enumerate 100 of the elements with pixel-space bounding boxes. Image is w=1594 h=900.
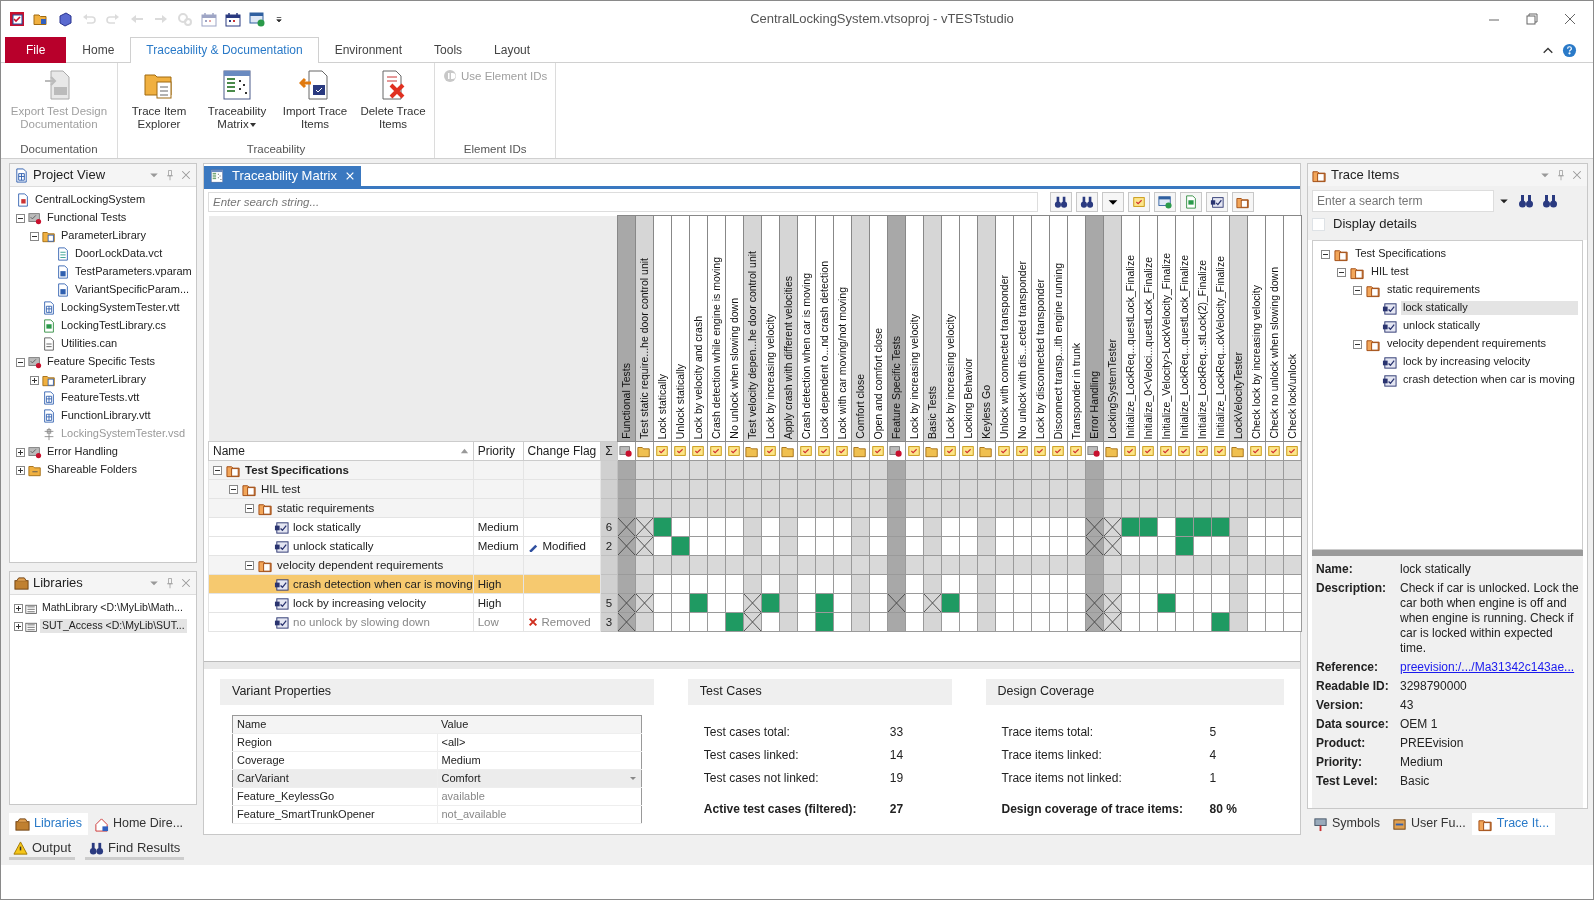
- section-header: Test Cases: [687, 679, 952, 705]
- tree-item[interactable]: ParameterLibrary: [59, 373, 148, 387]
- search-field[interactable]: Enter a search term: [1312, 190, 1494, 212]
- panel-title: Project View: [33, 166, 106, 184]
- detail-value: Medium: [1400, 755, 1443, 771]
- detail-value: Basic: [1400, 774, 1430, 790]
- column-header[interactable]: Priority: [473, 441, 524, 461]
- property-name: Feature_SmartTrunkOpener: [232, 805, 437, 824]
- tree-item[interactable]: velocity dependent requirements: [1385, 337, 1548, 352]
- panel-tab[interactable]: Libraries: [9, 813, 88, 835]
- stat-label: Test cases total:: [703, 725, 791, 740]
- tree-item[interactable]: Functional Tests: [45, 211, 129, 225]
- ribbon-tab[interactable]: Layout: [478, 37, 547, 63]
- stat-value: 19: [889, 771, 904, 786]
- ribbon-button[interactable]: Trace Item Explorer: [122, 67, 196, 133]
- tree-item[interactable]: LockingSystemTester.vtt: [59, 301, 182, 315]
- tree-item[interactable]: CentralLockingSystem: [33, 193, 148, 207]
- change-flag-label: Modified: [542, 538, 586, 554]
- detail-value: lock statically: [1400, 562, 1471, 578]
- detail-label: Priority:: [1316, 755, 1363, 771]
- priority-value: High: [477, 577, 502, 590]
- stat-value: 33: [889, 725, 904, 740]
- tree-item[interactable]: lock statically: [1401, 301, 1578, 316]
- tree-item[interactable]: Feature Specific Tests: [45, 355, 157, 369]
- ribbon-button[interactable]: Delete Trace Items: [356, 67, 430, 133]
- tree-item[interactable]: Utilities.can: [59, 337, 120, 351]
- tree-item[interactable]: Error Handling: [45, 445, 120, 459]
- ribbon-group-label: Documentation: [19, 141, 99, 157]
- tree-item[interactable]: unlock statically: [1401, 319, 1483, 334]
- column-header[interactable]: Change Flag: [523, 441, 601, 461]
- detail-label: Description:: [1316, 581, 1387, 598]
- detail-label: Name:: [1316, 562, 1354, 578]
- stat-value: 27: [889, 802, 904, 817]
- link-count: 2: [605, 539, 613, 552]
- panel-title: Libraries: [33, 574, 84, 592]
- column-header: Name: [232, 715, 437, 734]
- ribbon-tab[interactable]: Traceability & Documentation: [130, 37, 319, 63]
- change-flag-label: Removed: [541, 614, 591, 630]
- tree-item[interactable]: FeatureTests.vtt: [59, 391, 142, 405]
- ribbon-group-label: Element IDs: [462, 141, 528, 157]
- property-name: Region: [232, 733, 437, 752]
- search-field[interactable]: Enter search string...: [208, 192, 1038, 212]
- tree-item[interactable]: Test Specifications: [1353, 247, 1449, 262]
- ribbon-group-label: Traceability: [245, 141, 307, 157]
- tree-item[interactable]: TestParameters.vparam: [73, 265, 194, 279]
- stat-label: Test cases linked:: [703, 748, 800, 763]
- detail-label: Version:: [1316, 698, 1365, 714]
- file-menu-button[interactable]: File: [5, 37, 67, 63]
- link-count: 3: [605, 615, 613, 628]
- detail-label: Reference:: [1316, 660, 1380, 676]
- detail-value: 43: [1400, 698, 1414, 714]
- tree-item[interactable]: Shareable Folders: [45, 463, 139, 477]
- ribbon-tab[interactable]: Environment: [318, 37, 419, 63]
- stat-label: Design coverage of trace items:: [1001, 802, 1184, 817]
- tree-item[interactable]: LockingTestLibrary.cs: [59, 319, 168, 333]
- stat-label: Test cases not linked:: [703, 771, 820, 786]
- stat-value: 80 %: [1209, 802, 1237, 817]
- priority-value: Medium: [477, 520, 519, 533]
- priority-value: Low: [477, 615, 499, 628]
- tree-item[interactable]: lock by increasing velocity: [1401, 355, 1533, 370]
- property-name: Coverage: [232, 751, 437, 770]
- reference-link[interactable]: preevision:/.../Ma31342c143ae...: [1400, 660, 1575, 676]
- priority-value: High: [477, 596, 502, 609]
- detail-label: Data source:: [1316, 717, 1390, 733]
- window-title: CentralLockingSystem.vtsoproj - vTESTstudio: [750, 10, 1014, 28]
- library-item[interactable]: SUT_Access <D:\MyLib\SUT...: [40, 619, 187, 633]
- stat-value: 1: [1209, 771, 1217, 786]
- priority-value: Medium: [477, 539, 519, 552]
- requirement-name[interactable]: HIL test: [261, 481, 301, 497]
- tree-item[interactable]: VariantSpecificParam...: [73, 283, 192, 297]
- stat-label: Trace items total:: [1001, 725, 1095, 740]
- tree-item[interactable]: crash detection when car is moving: [1401, 373, 1577, 388]
- panel-tab[interactable]: Trace It...: [1471, 813, 1556, 835]
- document-tab[interactable]: Traceability Matrix: [204, 166, 361, 186]
- ribbon-button[interactable]: Traceability Matrix: [200, 67, 274, 133]
- ribbon-tab[interactable]: Tools: [418, 37, 479, 63]
- detail-value: Check if car is unlocked. Lock the car both when engine is off and when engine is running. Check if car is locked within expected time.: [1400, 581, 1579, 657]
- link-count: 6: [605, 520, 613, 533]
- detail-label: Readable ID:: [1316, 679, 1390, 695]
- property-value[interactable]: <all>: [441, 735, 637, 750]
- section-header: Design Coverage: [985, 679, 1284, 705]
- property-name: Feature_KeylessGo: [232, 787, 437, 806]
- tool-window-tab[interactable]: Find Results: [85, 840, 185, 860]
- tool-window-tab[interactable]: Output: [9, 840, 76, 860]
- detail-value: OEM 1: [1400, 717, 1438, 733]
- link-count: 5: [605, 596, 613, 609]
- stat-value: 5: [1209, 725, 1217, 740]
- tree-item[interactable]: ParameterLibrary: [59, 229, 148, 243]
- ribbon-tab[interactable]: Home: [66, 37, 131, 63]
- stat-value: 14: [889, 748, 904, 763]
- library-item[interactable]: MathLibrary <D:\MyLib\Math...: [40, 601, 185, 615]
- tree-item[interactable]: HIL test: [1369, 265, 1411, 280]
- tree-item[interactable]: DoorLockData.vct: [73, 247, 165, 261]
- detail-label: Test Level:: [1316, 774, 1379, 790]
- tree-item[interactable]: FunctionLibrary.vtt: [59, 409, 153, 423]
- stat-value: 4: [1209, 748, 1217, 763]
- property-value[interactable]: Medium: [441, 753, 637, 768]
- panel-title: Trace Items: [1331, 166, 1401, 184]
- ribbon-button[interactable]: Import Trace Items: [278, 67, 352, 133]
- tree-item[interactable]: static requirements: [1385, 283, 1482, 298]
